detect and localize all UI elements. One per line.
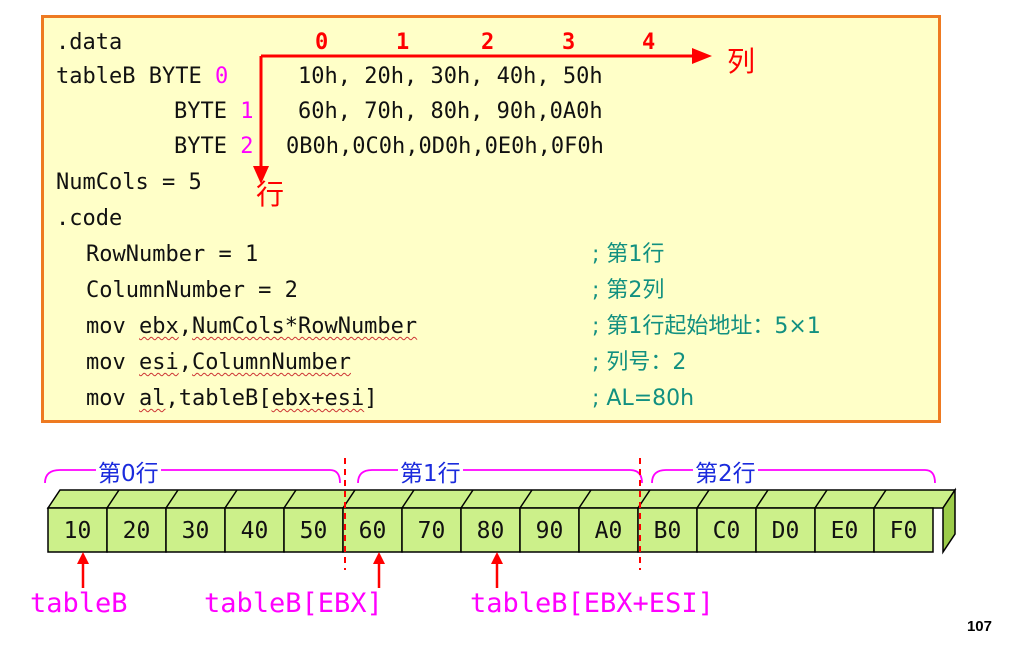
instruction-columnnumber: ColumnNumber = 2 — [86, 278, 298, 303]
col-axis-arrowhead — [692, 48, 712, 64]
memory-cell-value: 80 — [477, 518, 505, 544]
memory-cell-value: F0 — [890, 518, 918, 544]
memory-cell-value: 70 — [418, 518, 446, 544]
memory-cell-value: 50 — [300, 518, 328, 544]
instruction-mov-al: mov al,tableB[ebx+esi] — [86, 386, 378, 411]
memory-cell-value: 90 — [536, 518, 564, 544]
pointer-label-ebx-esi: tableB[EBX+ESI] — [470, 588, 714, 619]
row-label-2: 第2行 — [693, 454, 758, 488]
instruction-rownumber: RowNumber = 1 — [86, 242, 259, 267]
pointer-arrowhead-tableb — [77, 552, 89, 564]
row-label-0: 第0行 — [96, 454, 161, 488]
memory-cell-value: 40 — [241, 518, 269, 544]
row-brace-0 — [44, 469, 341, 484]
comment-mov-al: ; AL=80h — [592, 386, 695, 411]
instruction-mov-esi: mov esi,ColumnNumber — [86, 350, 351, 375]
memory-cell-value: B0 — [654, 518, 682, 544]
axis-arrows — [253, 48, 712, 184]
memory-cell-value: 60 — [359, 518, 387, 544]
pointer-label-ebx: tableB[EBX] — [204, 588, 383, 619]
memory-cell-value: 10 — [64, 518, 92, 544]
block-top — [46, 489, 957, 509]
row-axis-arrowhead — [253, 166, 269, 184]
memory-cell-value: A0 — [595, 518, 623, 544]
memory-cell-value: E0 — [831, 518, 859, 544]
memory-cells: 10 20 30 40 50 60 70 80 90 A0 B0 C0 D0 E0 F0 — [47, 507, 934, 553]
memory-cell-value: 30 — [182, 518, 210, 544]
comment-columnnumber: ; 第2列 — [592, 278, 665, 303]
row-label-1: 第1行 — [398, 454, 463, 488]
comment-rownumber: ; 第1行 — [592, 242, 665, 267]
page-number: 107 — [966, 618, 992, 635]
pointer-arrows — [77, 552, 503, 588]
comment-mov-ebx: ; 第1行起始地址：5×1 — [592, 314, 821, 339]
comment-mov-esi: ; 列号：2 — [592, 350, 687, 375]
instruction-mov-ebx: mov ebx,NumCols*RowNumber — [86, 314, 418, 339]
pointer-arrowhead-ebx-esi — [491, 552, 503, 564]
memory-cell-value: D0 — [772, 518, 800, 544]
code-panel: .data 0 1 2 3 4 列 tableB BYTE 0 10h, 20h… — [41, 15, 941, 423]
pointer-arrowhead-ebx — [373, 552, 385, 564]
memory-cell-value: C0 — [713, 518, 741, 544]
pointer-label-tableb: tableB — [30, 588, 128, 619]
memory-cell-value: 20 — [123, 518, 151, 544]
